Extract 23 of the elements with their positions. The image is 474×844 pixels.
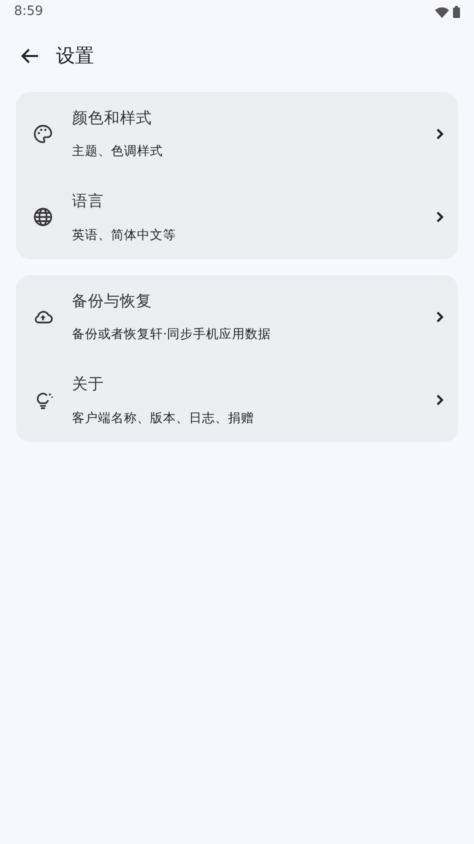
settings-item[interactable]: 备份与恢复 备份或者恢复轩·同步手机应用数据 [16, 275, 458, 358]
settings-item[interactable]: 颜色和样式 主题、色调样式 [16, 92, 458, 176]
chevron-right-icon [436, 394, 444, 406]
back-arrow-icon [21, 48, 39, 64]
item-description: 英语、简体中文等 [72, 226, 177, 244]
battery-icon [453, 6, 460, 18]
item-description: 客户端名称、版本、日志、捐赠 [72, 408, 255, 426]
item-title: 颜色和样式 [72, 108, 153, 129]
item-description: 主题、色调样式 [72, 142, 164, 160]
wifi-icon [435, 6, 449, 18]
chevron-right-icon [436, 310, 444, 323]
globe-icon [32, 206, 54, 228]
chevron-right-icon [436, 128, 444, 140]
item-title: 备份与恢复 [72, 290, 153, 312]
settings-item[interactable]: 语言 英语、简体中文等 [16, 176, 458, 259]
item-title: 关于 [72, 374, 105, 396]
status-time: 8:59 [14, 3, 44, 22]
chevron-right-icon [436, 211, 444, 224]
palette-icon [32, 122, 54, 145]
settings-item[interactable]: 关于 客户端名称、版本、日志、捐赠 [16, 358, 458, 442]
item-description: 备份或者恢复轩·同步手机应用数据 [72, 325, 272, 343]
item-title: 语言 [72, 191, 105, 212]
page-title: 设置 [56, 44, 94, 69]
